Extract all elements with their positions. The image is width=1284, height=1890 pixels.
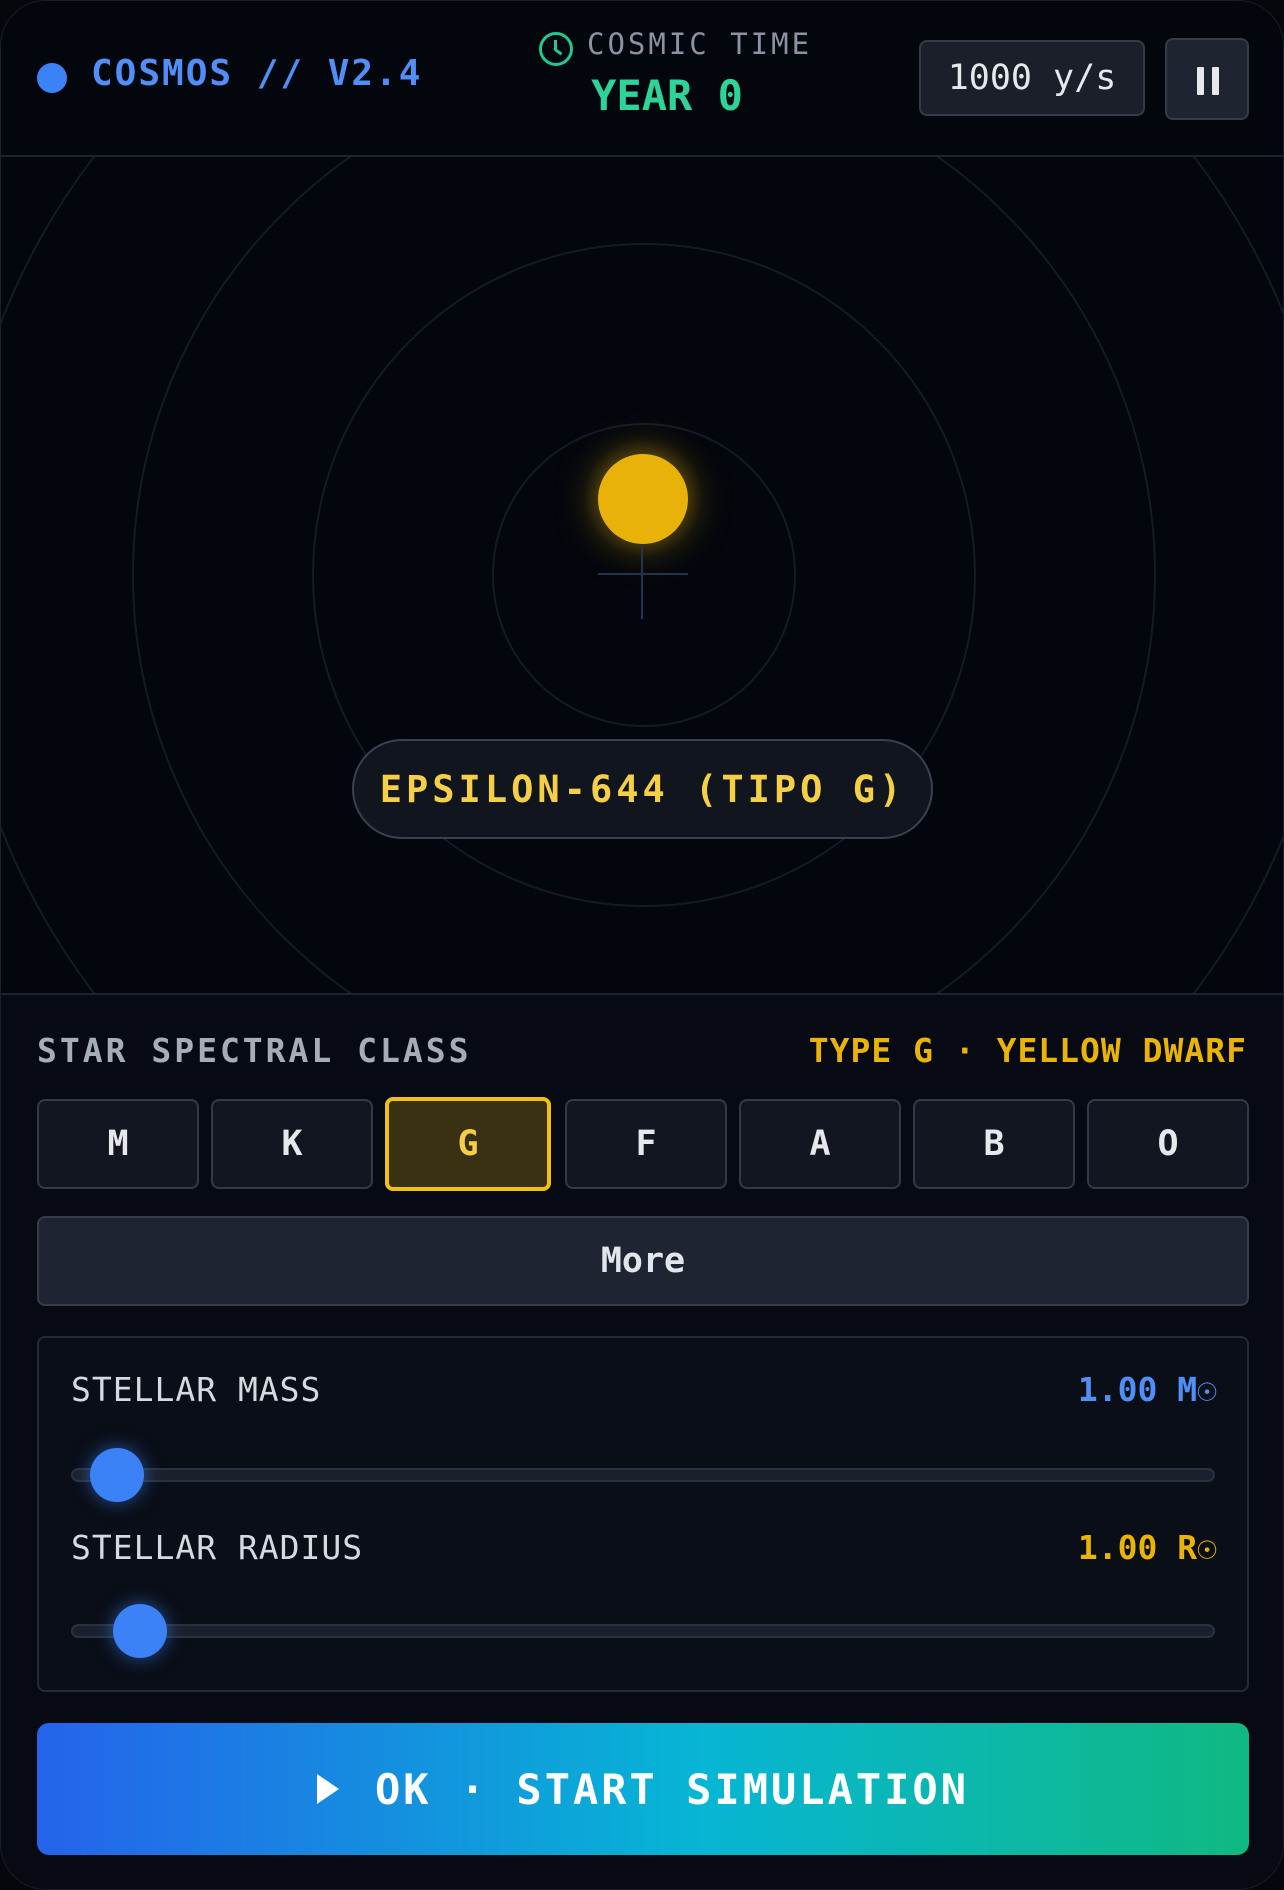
pause-icon — [1212, 67, 1219, 95]
start-simulation-label: OK · START SIMULATION — [374, 1764, 969, 1814]
class-button-m[interactable]: M — [37, 1099, 199, 1189]
star-viewport[interactable]: EPSILON-644 (TIPO G) — [1, 157, 1283, 995]
cosmic-time-label: COSMIC TIME — [587, 27, 813, 61]
star-name-badge: EPSILON-644 (TIPO G) — [352, 739, 933, 839]
stellar-mass-slider-thumb[interactable] — [90, 1448, 145, 1502]
clock-icon — [539, 32, 573, 66]
stellar-radius-slider-thumb[interactable] — [113, 1604, 168, 1658]
speed-button[interactable]: 1000 y/s — [919, 40, 1145, 116]
stellar-radius-value: 1.00 R☉ — [1077, 1528, 1217, 1567]
stellar-mass-slider[interactable] — [71, 1468, 1215, 1482]
start-simulation-button[interactable]: OK · START SIMULATION — [37, 1723, 1249, 1855]
center-crosshair — [598, 573, 688, 575]
stellar-mass-label: STELLAR MASS — [71, 1370, 322, 1409]
play-icon — [316, 1774, 339, 1804]
class-button-a[interactable]: A — [739, 1099, 901, 1189]
class-button-g[interactable]: G — [385, 1097, 551, 1191]
pause-button[interactable] — [1165, 38, 1249, 120]
stellar-mass-value: 1.00 M☉ — [1077, 1370, 1217, 1409]
class-button-o[interactable]: O — [1087, 1099, 1249, 1189]
app-frame: COSMOS // V2.4 COSMIC TIME YEAR 0 1000 y… — [0, 0, 1284, 1890]
more-button[interactable]: More — [37, 1216, 1249, 1306]
spectral-class-title: STAR SPECTRAL CLASS — [37, 1031, 472, 1070]
stellar-radius-label: STELLAR RADIUS — [71, 1528, 364, 1567]
center-crosshair — [641, 545, 643, 619]
spectral-type-description: TYPE G · YELLOW DWARF — [808, 1031, 1247, 1070]
stellar-parameters-card: STELLAR MASS 1.00 M☉ STELLAR RADIUS 1.00… — [37, 1336, 1249, 1692]
class-button-k[interactable]: K — [211, 1099, 373, 1189]
top-bar: COSMOS // V2.4 COSMIC TIME YEAR 0 1000 y… — [1, 1, 1283, 157]
stellar-radius-slider[interactable] — [71, 1624, 1215, 1638]
pause-icon — [1197, 67, 1204, 95]
class-button-f[interactable]: F — [565, 1099, 727, 1189]
class-button-b[interactable]: B — [913, 1099, 1075, 1189]
star[interactable] — [598, 454, 688, 544]
